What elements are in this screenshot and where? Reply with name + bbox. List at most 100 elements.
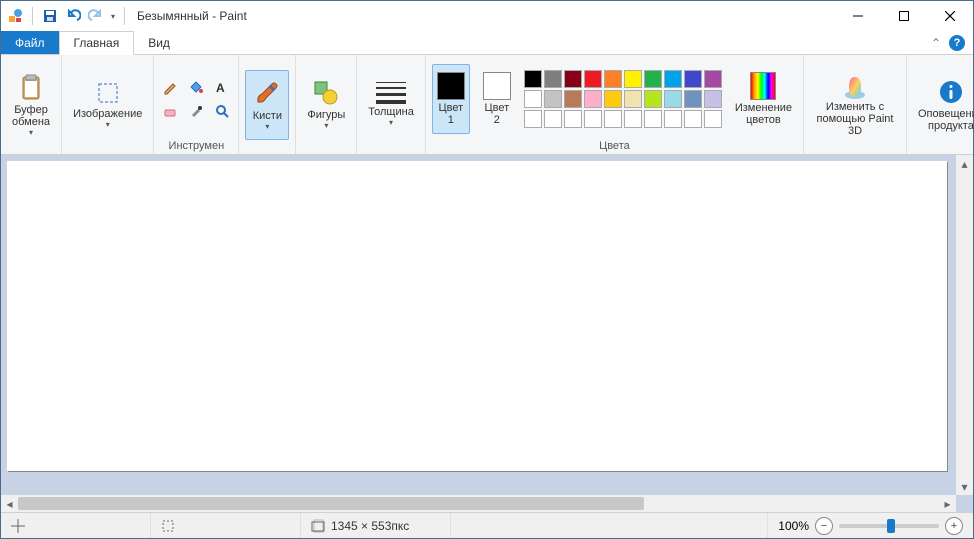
size-button[interactable]: Толщина ▾ xyxy=(363,70,419,140)
fill-icon[interactable] xyxy=(186,77,206,97)
group-colors: Цвет 1 Цвет 2 Изменение цветов Цвета xyxy=(426,55,804,154)
scroll-right-icon[interactable]: ▸ xyxy=(939,495,956,512)
caret-icon: ▾ xyxy=(106,120,110,129)
palette-swatch[interactable] xyxy=(664,70,682,88)
group-brushes: Кисти ▾ xyxy=(239,55,296,154)
group-image: Изображение ▾ xyxy=(62,55,154,154)
palette-empty-swatch[interactable] xyxy=(604,110,622,128)
scroll-up-icon[interactable]: ▴ xyxy=(956,155,973,172)
scroll-track[interactable] xyxy=(956,172,973,478)
palette-empty-swatch[interactable] xyxy=(644,110,662,128)
palette-empty-swatch[interactable] xyxy=(664,110,682,128)
edit-colors-label: Изменение цветов xyxy=(735,102,792,126)
horizontal-scrollbar[interactable]: ◂ ▸ xyxy=(1,495,956,512)
canvas[interactable] xyxy=(7,161,947,471)
palette-swatch[interactable] xyxy=(704,70,722,88)
paint3d-label: Изменить с помощью Paint 3D xyxy=(815,101,895,137)
color2-button[interactable]: Цвет 2 xyxy=(478,64,516,134)
palette-swatch[interactable] xyxy=(524,90,542,108)
palette-empty-swatch[interactable] xyxy=(544,110,562,128)
dimensions-text: 1345 × 553пкс xyxy=(331,519,409,533)
canvas-size-cell: 1345 × 553пкс xyxy=(301,513,451,538)
palette-swatch[interactable] xyxy=(544,90,562,108)
window-title: Безымянный - Paint xyxy=(137,9,247,23)
undo-icon[interactable] xyxy=(65,8,81,24)
save-icon[interactable] xyxy=(42,8,58,24)
group-paint3d: Изменить с помощью Paint 3D xyxy=(804,55,907,154)
palette-swatch[interactable] xyxy=(564,70,582,88)
vertical-scrollbar[interactable]: ▴ ▾ xyxy=(956,155,973,495)
image-select-button[interactable]: Изображение ▾ xyxy=(68,70,147,140)
scroll-left-icon[interactable]: ◂ xyxy=(1,495,18,512)
caret-icon: ▾ xyxy=(389,118,393,127)
caret-icon: ▾ xyxy=(265,122,269,131)
palette-swatch[interactable] xyxy=(584,70,602,88)
palette-empty-swatch[interactable] xyxy=(704,110,722,128)
palette-swatch[interactable] xyxy=(664,90,682,108)
tab-view[interactable]: Вид xyxy=(134,31,184,54)
pencil-icon[interactable] xyxy=(160,77,180,97)
maximize-button[interactable] xyxy=(881,1,927,31)
help-icon[interactable]: ? xyxy=(949,35,965,51)
palette-swatch[interactable] xyxy=(604,70,622,88)
palette-swatch[interactable] xyxy=(604,90,622,108)
qat-customize-icon[interactable]: ▾ xyxy=(111,12,115,21)
product-alert-button[interactable]: Оповещение продукта xyxy=(913,70,974,140)
zoom-slider[interactable] xyxy=(839,524,939,528)
zoom-slider-knob[interactable] xyxy=(887,519,895,533)
magnifier-icon[interactable] xyxy=(212,101,232,121)
close-button[interactable] xyxy=(927,1,973,31)
scroll-down-icon[interactable]: ▾ xyxy=(956,478,973,495)
tab-file[interactable]: Файл xyxy=(1,31,59,54)
zoom-out-button[interactable]: − xyxy=(815,517,833,535)
palette-swatch[interactable] xyxy=(684,70,702,88)
palette-empty-swatch[interactable] xyxy=(564,110,582,128)
palette-empty-swatch[interactable] xyxy=(524,110,542,128)
separator xyxy=(32,7,33,25)
size-label: Толщина xyxy=(368,106,414,118)
minimize-button[interactable] xyxy=(835,1,881,31)
tab-right-controls: ⌃ ? xyxy=(931,31,973,54)
crosshair-icon xyxy=(11,519,25,533)
brushes-button[interactable]: Кисти ▾ xyxy=(245,70,289,140)
palette-swatch[interactable] xyxy=(544,70,562,88)
scroll-track[interactable] xyxy=(18,495,939,512)
palette-empty-swatch[interactable] xyxy=(684,110,702,128)
palette-empty-swatch[interactable] xyxy=(584,110,602,128)
paint3d-button[interactable]: Изменить с помощью Paint 3D xyxy=(810,70,900,140)
redo-icon[interactable] xyxy=(88,8,104,24)
zoom-in-button[interactable]: + xyxy=(945,517,963,535)
color1-button[interactable]: Цвет 1 xyxy=(432,64,470,134)
shapes-button[interactable]: Фигуры ▾ xyxy=(302,70,350,140)
palette-swatch[interactable] xyxy=(564,90,582,108)
palette-swatch[interactable] xyxy=(644,90,662,108)
cursor-position-cell xyxy=(1,513,151,538)
separator xyxy=(124,7,125,25)
tools-grid: A xyxy=(160,77,232,121)
quick-access-toolbar: ▾ Безымянный - Paint xyxy=(1,7,253,25)
lines-icon xyxy=(373,82,409,104)
color-picker-icon[interactable] xyxy=(186,101,206,121)
edit-colors-button[interactable]: Изменение цветов xyxy=(730,64,797,134)
collapse-ribbon-icon[interactable]: ⌃ xyxy=(931,36,941,50)
palette-swatch[interactable] xyxy=(584,90,602,108)
svg-text:A: A xyxy=(216,81,225,95)
eraser-icon[interactable] xyxy=(160,101,180,121)
group-label: Цвета xyxy=(599,141,630,152)
palette-swatch[interactable] xyxy=(684,90,702,108)
palette-swatch[interactable] xyxy=(524,70,542,88)
zoom-level: 100% xyxy=(778,519,809,533)
scroll-thumb[interactable] xyxy=(18,497,644,510)
canvas-area: ▴ ▾ ◂ ▸ xyxy=(1,155,973,512)
palette-swatch[interactable] xyxy=(704,90,722,108)
palette-swatch[interactable] xyxy=(644,70,662,88)
brushes-label: Кисти xyxy=(253,110,282,122)
palette-swatch[interactable] xyxy=(624,70,642,88)
palette-swatch[interactable] xyxy=(624,90,642,108)
tab-home[interactable]: Главная xyxy=(59,31,135,55)
shapes-label: Фигуры xyxy=(307,109,345,121)
status-bar: 1345 × 553пкс 100% − + xyxy=(1,512,973,538)
palette-empty-swatch[interactable] xyxy=(624,110,642,128)
text-icon[interactable]: A xyxy=(212,77,232,97)
clipboard-button[interactable]: Буфер обмена ▾ xyxy=(7,70,55,140)
